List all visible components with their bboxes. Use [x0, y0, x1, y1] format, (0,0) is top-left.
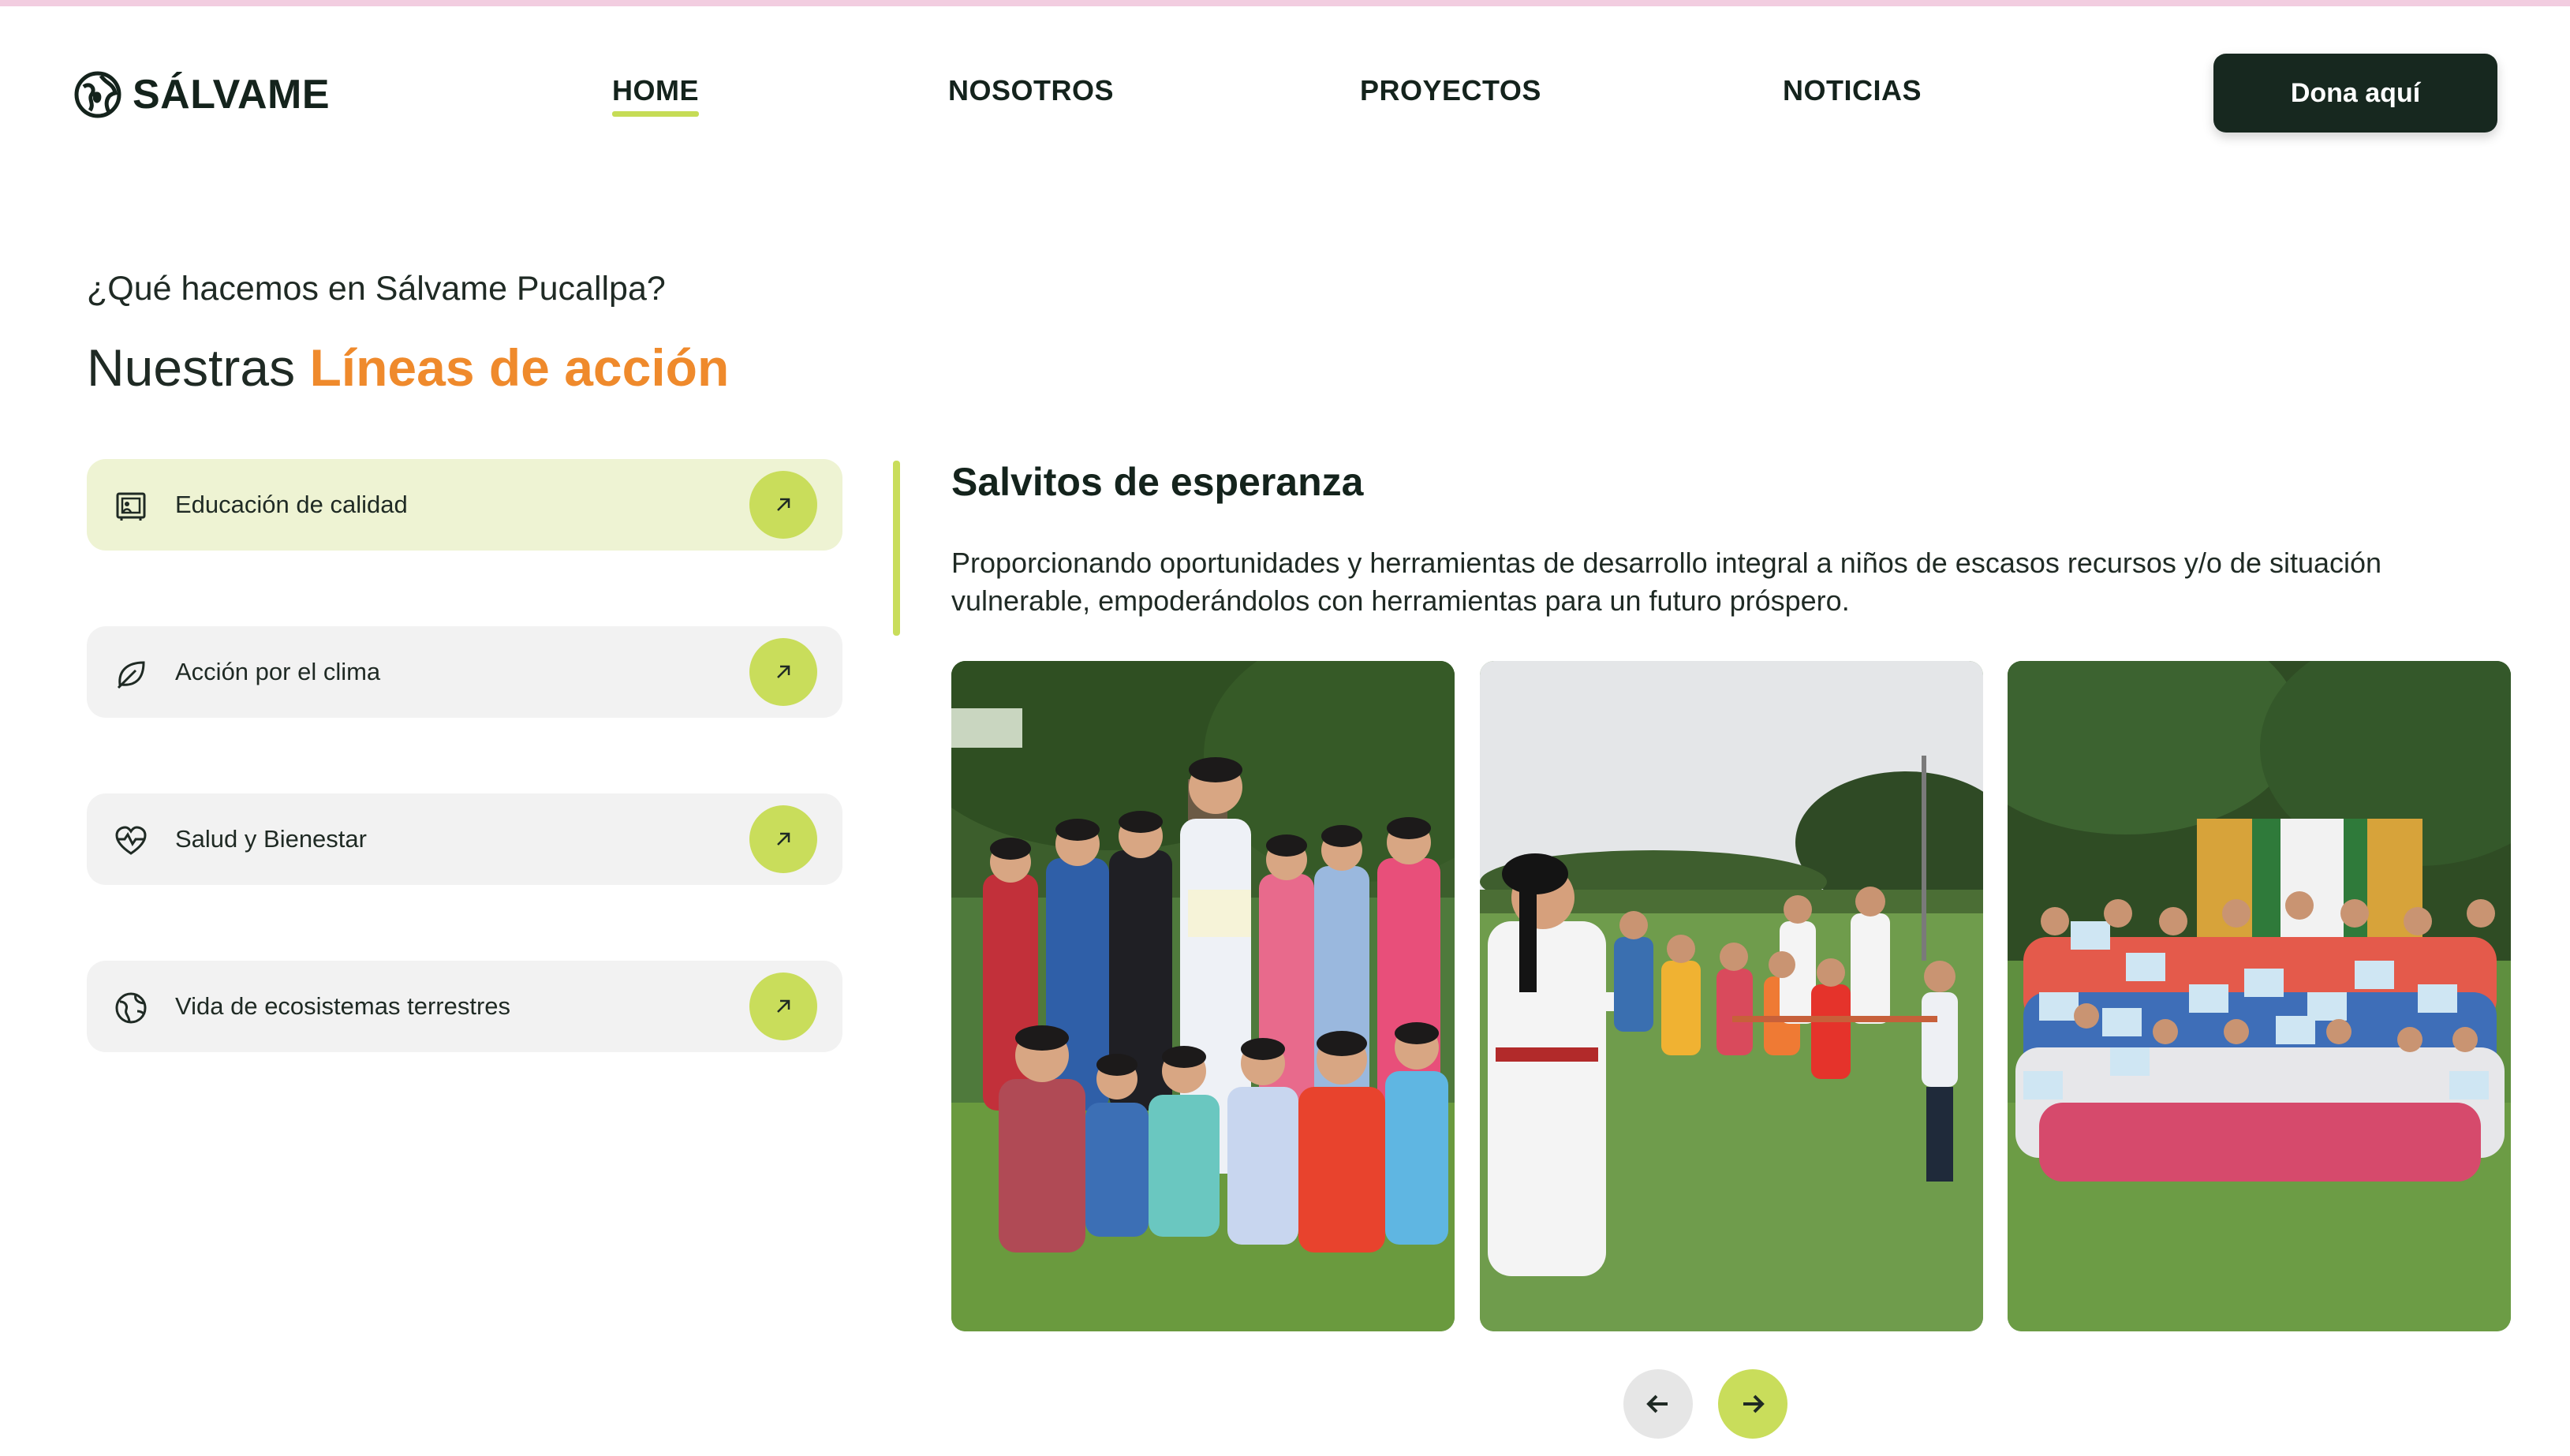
- carousel-prev-button[interactable]: [1623, 1369, 1693, 1439]
- globe-hands-icon: [74, 71, 121, 118]
- line-item-educacion[interactable]: Educación de calidad: [87, 459, 842, 551]
- top-accent-line: [0, 0, 2570, 6]
- line-item-label: Educación de calidad: [175, 491, 408, 518]
- arrow-up-right-icon[interactable]: [749, 638, 817, 706]
- classroom-icon: [116, 492, 146, 521]
- heart-pulse-icon: [115, 826, 147, 855]
- brand-name: SÁLVAME: [133, 72, 331, 118]
- detail-title: Salvitos de esperanza: [951, 460, 1364, 504]
- arrow-up-right-icon[interactable]: [749, 471, 817, 539]
- donate-button[interactable]: Dona aquí: [2213, 54, 2497, 133]
- leaf-icon: [117, 661, 145, 689]
- nav-proyectos[interactable]: PROYECTOS: [1360, 74, 1541, 107]
- nav-nosotros[interactable]: NOSOTROS: [948, 74, 1114, 107]
- nav-home[interactable]: HOME: [612, 74, 699, 117]
- heading-accent: Líneas de acción: [309, 338, 730, 397]
- line-item-ecosistemas[interactable]: Vida de ecosistemas terrestres: [87, 961, 842, 1052]
- line-item-clima[interactable]: Acción por el clima: [87, 626, 842, 718]
- brand-logo[interactable]: SÁLVAME: [73, 69, 330, 120]
- arrow-right-icon: [1743, 1394, 1765, 1413]
- line-item-label: Acción por el clima: [175, 658, 381, 685]
- gallery-photo-2: [1480, 661, 1983, 1331]
- arrow-up-right-icon[interactable]: [749, 973, 817, 1040]
- globe-icon: [115, 992, 147, 1024]
- line-item-label: Vida de ecosistemas terrestres: [175, 992, 511, 1020]
- arrow-left-icon: [1646, 1394, 1668, 1413]
- gallery-photo-1: [951, 661, 1455, 1331]
- section-heading: Nuestras Líneas de acción: [87, 338, 729, 398]
- carousel-next-button[interactable]: [1718, 1369, 1787, 1439]
- line-item-label: Salud y Bienestar: [175, 825, 367, 853]
- active-indicator-bar: [893, 461, 900, 636]
- nav-noticias[interactable]: NOTICIAS: [1783, 74, 1922, 107]
- arrow-up-right-icon[interactable]: [749, 805, 817, 873]
- detail-description: Proporcionando oportunidades y herramien…: [951, 547, 2382, 617]
- line-item-salud[interactable]: Salud y Bienestar: [87, 793, 842, 885]
- heading-plain: Nuestras: [87, 338, 310, 397]
- gallery-photo-3: [2008, 661, 2511, 1331]
- section-kicker: ¿Qué hacemos en Sálvame Pucallpa?: [87, 270, 666, 308]
